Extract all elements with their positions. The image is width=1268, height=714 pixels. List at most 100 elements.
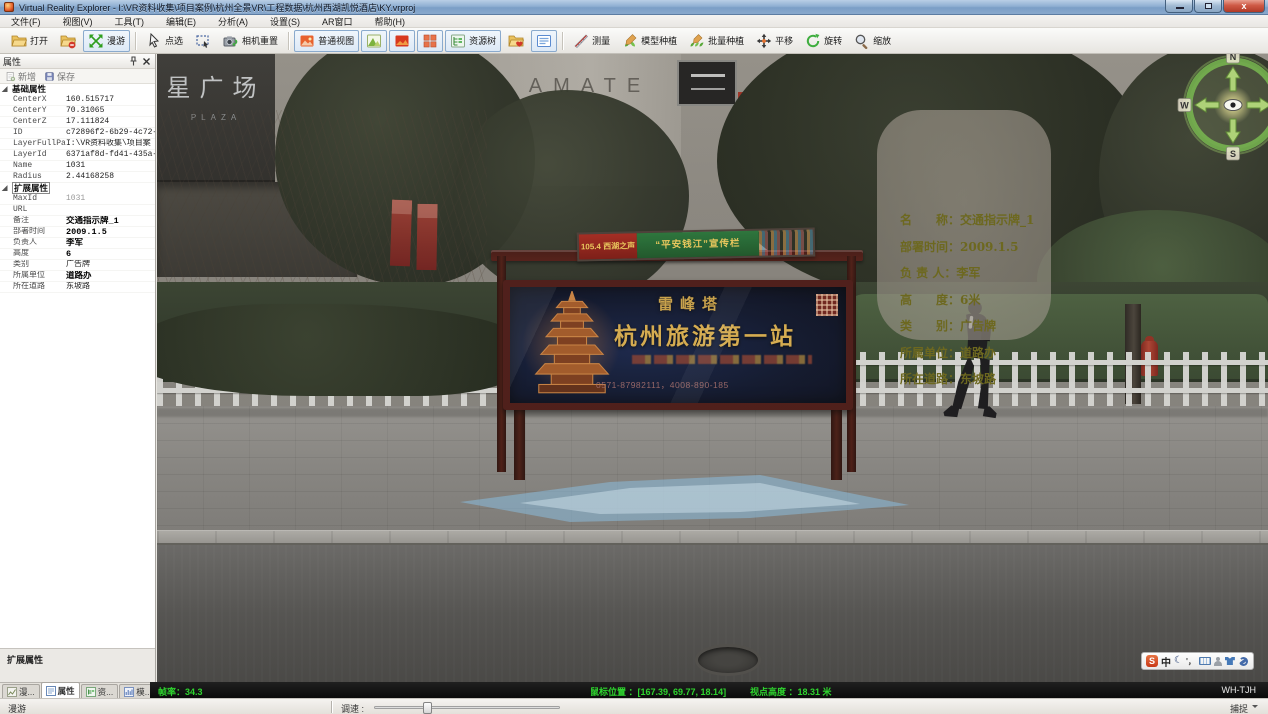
property-row[interactable]: IDc72896f2-6b29-4c72-bb	[0, 128, 155, 139]
property-grid[interactable]: ◢基础属性CenterX160.515717CenterY70.31065Cen…	[0, 84, 155, 648]
new-button[interactable]: 新增	[5, 70, 36, 83]
menu-item-1[interactable]: 文件(F)	[0, 15, 52, 28]
property-label: 负责人	[0, 238, 66, 248]
property-row[interactable]: 所在道路东坡路	[0, 282, 155, 293]
ime-account-icon[interactable]	[1214, 657, 1222, 666]
property-row[interactable]: 所属单位道路办	[0, 271, 155, 282]
close-button[interactable]: x	[1223, 0, 1265, 13]
property-row[interactable]: 类别广告牌	[0, 260, 155, 271]
property-row[interactable]: 高度6	[0, 249, 155, 260]
batch-plant-button[interactable]: 批量种植	[684, 30, 749, 52]
property-group-header[interactable]: ◢基础属性	[0, 84, 155, 95]
panel-tab-3[interactable]: 资...	[81, 684, 119, 698]
property-value[interactable]: 1031	[66, 194, 155, 204]
menu-item-8[interactable]: 帮助(H)	[364, 15, 417, 28]
menu-item-4[interactable]: 编辑(E)	[155, 15, 207, 28]
navigation-compass[interactable]: N S W E	[1173, 54, 1268, 165]
property-row[interactable]: 备注交通指示牌_1	[0, 216, 155, 227]
property-row[interactable]: Name1031	[0, 161, 155, 172]
property-label: LayerId	[0, 150, 66, 160]
property-row[interactable]: CenterZ17.111824	[0, 117, 155, 128]
property-row[interactable]: URL	[0, 205, 155, 216]
property-value[interactable]: I:\VR资料收集\项目案	[66, 139, 155, 149]
property-value[interactable]: 17.111824	[66, 117, 155, 127]
pin-icon[interactable]	[128, 56, 139, 67]
property-value[interactable]: 广告牌	[66, 260, 155, 270]
toolbar-separator	[562, 32, 563, 50]
property-value[interactable]: 交通指示牌_1	[66, 216, 155, 226]
marquee-select-button[interactable]	[190, 30, 216, 52]
menu-item-6[interactable]: 设置(S)	[259, 15, 311, 28]
ime-language-icon[interactable]: 中	[1161, 654, 1171, 669]
terrain-view-button[interactable]	[361, 30, 387, 52]
red-street-banner	[390, 200, 412, 267]
menu-item-3[interactable]: 工具(T)	[104, 15, 156, 28]
camera-reset-button[interactable]: 相机重置	[218, 30, 283, 52]
speed-slider[interactable]	[374, 706, 560, 709]
save-button[interactable]: 保存	[44, 70, 75, 83]
property-value[interactable]: 70.31065	[66, 106, 155, 116]
property-group-header[interactable]: ◢扩展属性	[0, 183, 155, 194]
menu-item-5[interactable]: 分析(A)	[207, 15, 259, 28]
form-button[interactable]	[531, 30, 557, 52]
batch-plant-button-label: 批量种植	[708, 34, 744, 47]
property-value[interactable]: 2009.1.5	[66, 227, 155, 237]
minimize-button[interactable]	[1165, 0, 1193, 13]
property-value[interactable]: 6371af8d-fd41-435a-97	[66, 150, 155, 160]
pan-button[interactable]: 平移	[751, 30, 798, 52]
panel-tab-1[interactable]: 漫...	[2, 684, 40, 698]
property-row[interactable]: 负责人李军	[0, 238, 155, 249]
measure-button[interactable]: 测量	[568, 30, 615, 52]
resource-tree-button[interactable]: 资源树	[445, 30, 501, 52]
menu-item-7[interactable]: AR窗口	[311, 15, 364, 28]
ime-settings-icon[interactable]	[1238, 656, 1248, 666]
favorite-folder-button[interactable]	[503, 30, 529, 52]
property-value[interactable]: 道路办	[66, 271, 155, 281]
ime-keyboard-icon[interactable]	[1199, 657, 1211, 665]
normal-view-button[interactable]: 普通视图	[294, 30, 359, 52]
menu-item-2[interactable]: 视图(V)	[52, 15, 104, 28]
expander-icon[interactable]: ◢	[2, 84, 7, 95]
red-view-button[interactable]	[389, 30, 415, 52]
property-value[interactable]: 1031	[66, 161, 155, 171]
grid-view-button[interactable]	[417, 30, 443, 52]
property-row[interactable]: CenterX160.515717	[0, 95, 155, 106]
property-value[interactable]: 东坡路	[66, 282, 155, 292]
panel-close-icon[interactable]	[141, 56, 152, 67]
panel-tab-2[interactable]: 属性	[41, 682, 80, 698]
property-value[interactable]: 2.44168258	[66, 172, 155, 182]
ime-fullhalf-icon[interactable]: ☾	[1174, 656, 1183, 666]
pick-button[interactable]: 点选	[141, 30, 188, 52]
property-value[interactable]: c72896f2-6b29-4c72-bb	[66, 128, 155, 138]
model-plant-button[interactable]: 模型种植	[617, 30, 682, 52]
open-button[interactable]: 打开	[6, 30, 53, 52]
rotate-button[interactable]: 旋转	[800, 30, 847, 52]
close-project-button[interactable]	[55, 30, 81, 52]
property-row[interactable]: MaxId1031	[0, 194, 155, 205]
zoom-button[interactable]: 缩放	[849, 30, 896, 52]
property-value[interactable]: 李军	[66, 238, 155, 248]
restore-button[interactable]	[1194, 0, 1222, 13]
capture-dropdown[interactable]: 捕捉	[1230, 702, 1258, 714]
property-value[interactable]	[66, 205, 155, 215]
billboard[interactable]: 雷峰塔 杭州旅游第一站 0571-87982111，4008-890-185	[503, 280, 853, 410]
property-row[interactable]: LayerId6371af8d-fd41-435a-97	[0, 150, 155, 161]
property-row[interactable]: CenterY70.31065	[0, 106, 155, 117]
ime-logo-icon[interactable]: S	[1146, 655, 1158, 667]
roam-button[interactable]: 漫游	[83, 30, 130, 52]
selection-highlight	[460, 475, 910, 525]
ime-skin-icon[interactable]	[1225, 657, 1235, 665]
favorite-folder-icon	[508, 33, 524, 49]
bottom-bar: 漫游 调速 : 捕捉	[0, 698, 1268, 714]
property-value[interactable]: 160.515717	[66, 95, 155, 105]
property-row[interactable]: 部署时间2009.1.5	[0, 227, 155, 238]
expander-icon[interactable]: ◢	[2, 183, 7, 194]
new-button-label: 新增	[18, 70, 36, 83]
remove-folder-icon	[60, 33, 76, 49]
ime-toolbar[interactable]: S 中 ☾ '，	[1141, 652, 1254, 670]
property-value[interactable]: 6	[66, 249, 155, 259]
viewport-3d[interactable]: 星广场 PLAZA AMATE 105.4 西湖之声 “平安钱江”宣传栏	[157, 54, 1268, 682]
speed-slider-thumb[interactable]	[423, 702, 432, 714]
property-row[interactable]: LayerFullPathI:\VR资料收集\项目案	[0, 139, 155, 150]
ime-punctuation-icon[interactable]: '，	[1186, 656, 1196, 667]
